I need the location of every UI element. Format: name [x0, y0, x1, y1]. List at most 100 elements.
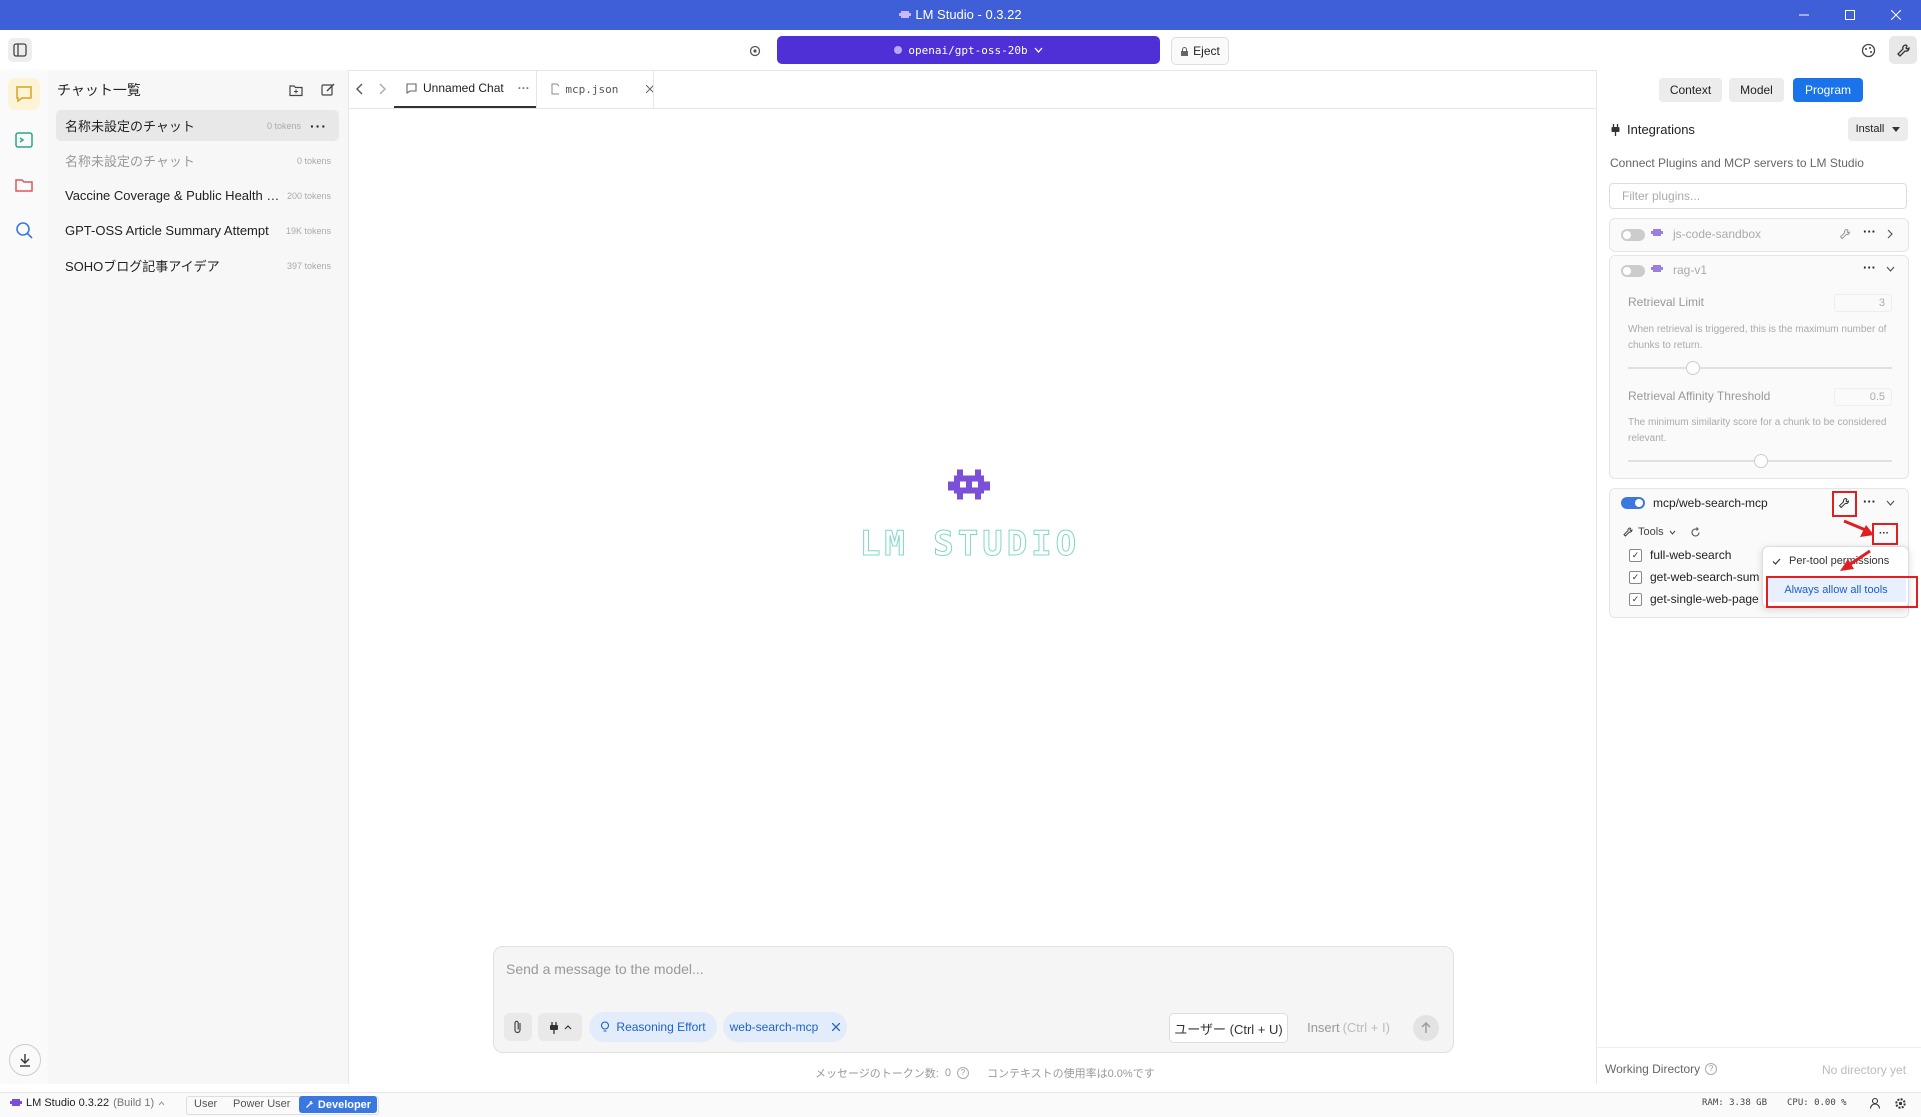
chat-icon [16, 86, 32, 103]
app-version: LM Studio 0.3.22 (Build 1) [10, 1097, 165, 1109]
plugin-toggle[interactable] [1621, 497, 1645, 509]
working-directory-value: No directory yet [1822, 1063, 1907, 1077]
rail-developer-button[interactable] [8, 124, 40, 156]
plugin-collapse-button[interactable] [1886, 500, 1895, 506]
tab-mcp-json[interactable]: mcp.json [536, 70, 654, 108]
close-icon [1891, 10, 1901, 20]
affinity-threshold-input[interactable]: 0.5 [1834, 388, 1892, 406]
model-name: openai/gpt-oss-20b [908, 43, 1028, 57]
highlight-box [1832, 491, 1857, 517]
more-options-icon[interactable]: ··· [310, 118, 327, 134]
eject-button[interactable]: Eject [1171, 37, 1229, 65]
new-folder-button[interactable] [286, 80, 306, 100]
minimize-button[interactable] [1781, 0, 1827, 30]
slider-knob[interactable] [1754, 454, 1768, 468]
plugin-expand-button[interactable] [1887, 229, 1893, 239]
tool-checkbox[interactable]: ✓ [1629, 593, 1642, 606]
retrieval-limit-input[interactable]: 3 [1834, 294, 1892, 312]
toggle-sidebar-button[interactable] [8, 38, 32, 62]
retrieval-limit-slider[interactable] [1628, 361, 1892, 375]
attach-button[interactable] [504, 1013, 532, 1041]
help-icon[interactable]: ? [956, 1067, 969, 1079]
file-icon [551, 83, 560, 95]
close-window-button[interactable] [1873, 0, 1919, 30]
tab-program[interactable]: Program [1793, 78, 1863, 102]
filter-plugins-input[interactable]: Filter plugins... [1609, 183, 1907, 209]
tab-context[interactable]: Context [1659, 78, 1722, 102]
reasoning-effort-chip[interactable]: Reasoning Effort [589, 1012, 717, 1042]
lmstudio-logo-text: LM STUDIO [859, 524, 1081, 565]
back-button[interactable] [352, 80, 368, 98]
plugin-toggle[interactable] [1621, 265, 1645, 277]
tool-checkbox[interactable]: ✓ [1629, 549, 1642, 562]
chat-list-item[interactable]: 名称未設定のチャット 0 tokens [56, 145, 339, 176]
refresh-tools-button[interactable] [1690, 527, 1701, 538]
rail-models-button[interactable] [8, 169, 40, 201]
plugin-more-icon[interactable]: ··· [1863, 224, 1876, 239]
affinity-threshold-slider[interactable] [1628, 454, 1892, 468]
help-icon[interactable]: ? [1705, 1063, 1718, 1075]
chat-list-item[interactable]: SOHOブログ記事アイデア 397 tokens [56, 250, 339, 281]
tool-checkbox[interactable]: ✓ [1629, 571, 1642, 584]
chevron-right-icon [1887, 229, 1893, 239]
paperclip-icon [514, 1020, 521, 1034]
rail-search-button[interactable] [8, 214, 40, 246]
remove-chip-icon[interactable] [832, 1023, 841, 1031]
close-tab-icon[interactable] [646, 85, 653, 93]
plugin-collapse-button[interactable] [1886, 266, 1895, 272]
lightbulb-icon [601, 1021, 610, 1032]
wrench-icon [1839, 229, 1850, 240]
developer-tools-button[interactable] [1889, 36, 1917, 64]
maximize-button[interactable] [1827, 0, 1873, 30]
search-icon [16, 222, 33, 239]
folder-icon [15, 179, 33, 192]
mode-developer[interactable]: Developer [299, 1096, 377, 1113]
wrench-icon [305, 1100, 313, 1108]
new-chat-button[interactable] [318, 80, 338, 100]
plug-icon [549, 1021, 558, 1034]
model-settings-button[interactable] [744, 40, 766, 62]
install-dropdown[interactable]: Install [1848, 117, 1908, 141]
theme-button[interactable] [1856, 38, 1880, 62]
chevron-left-icon [356, 83, 363, 95]
chat-list-item[interactable]: 名称未設定のチャット 0 tokens ··· [56, 110, 339, 141]
chevron-up-icon [158, 1100, 165, 1105]
refresh-icon [1691, 527, 1700, 537]
plugin-more-icon[interactable]: ··· [1863, 494, 1876, 509]
chevron-up-icon [564, 1024, 571, 1029]
chat-list-item[interactable]: Vaccine Coverage & Public Health M... 20… [56, 180, 339, 211]
rail-chat-button[interactable] [8, 78, 40, 110]
tab-model[interactable]: Model [1729, 78, 1784, 102]
integrations-button[interactable] [538, 1013, 582, 1041]
plugin-tools-button[interactable] [1839, 228, 1851, 240]
chevron-down-icon [1669, 530, 1676, 535]
user-role-button[interactable]: ユーザー (Ctrl + U) [1169, 1013, 1288, 1043]
tab-more-icon[interactable]: ··· [518, 81, 530, 95]
rail-downloads-button[interactable] [9, 1044, 41, 1076]
highlight-box [1766, 576, 1918, 608]
send-button[interactable] [1413, 1015, 1439, 1041]
web-search-mcp-chip[interactable]: web-search-mcp [723, 1012, 847, 1042]
wrench-icon [1623, 527, 1633, 537]
mode-power-user[interactable]: Power User [233, 1098, 290, 1110]
slider-knob[interactable] [1686, 361, 1700, 375]
tool-name: get-web-search-sum [1650, 570, 1760, 584]
message-input[interactable]: Send a message to the model... [506, 961, 704, 977]
wrench-icon [1896, 43, 1910, 57]
forward-button[interactable] [374, 80, 390, 98]
plugin-toggle[interactable] [1621, 229, 1645, 241]
user-icon [1869, 1097, 1881, 1109]
insert-button[interactable]: Insert (Ctrl + I) [1292, 1013, 1405, 1041]
tab-unnamed-chat[interactable]: Unnamed Chat ··· [394, 70, 536, 108]
model-selector[interactable]: openai/gpt-oss-20b [777, 36, 1160, 64]
user-account-button[interactable] [1869, 1097, 1881, 1109]
app-logo-icon [10, 1099, 22, 1106]
app-settings-button[interactable] [1894, 1097, 1907, 1110]
tool-name: get-single-web-page [1650, 592, 1759, 606]
tools-dropdown[interactable]: Tools [1623, 526, 1676, 538]
chat-list-item[interactable]: GPT-OSS Article Summary Attempt 19K toke… [56, 215, 339, 246]
check-icon [1772, 558, 1781, 565]
plugin-more-icon[interactable]: ··· [1863, 260, 1876, 275]
maximize-icon [1845, 10, 1855, 20]
mode-user[interactable]: User [194, 1098, 217, 1110]
